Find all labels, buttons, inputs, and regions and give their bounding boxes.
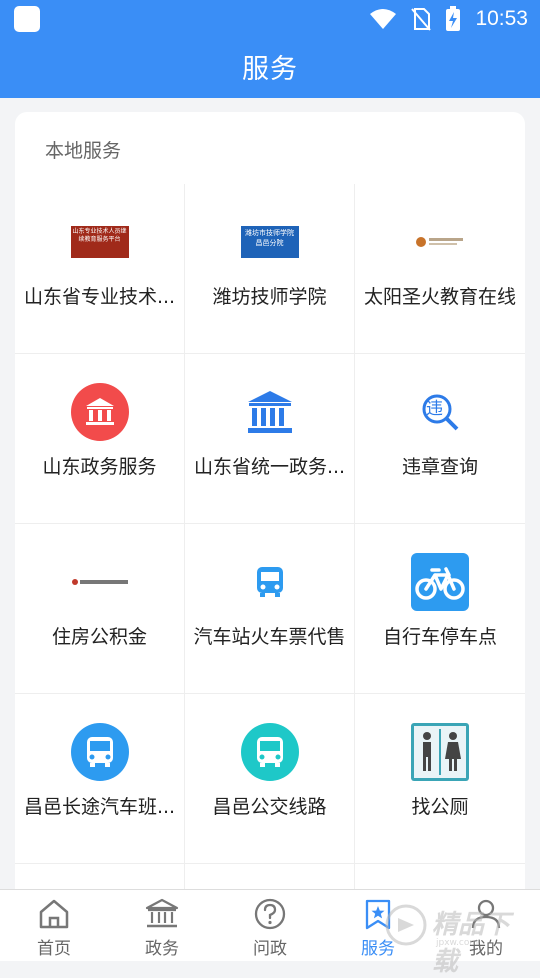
service-label: 太阳圣火教育在线 [363,286,516,308]
service-label: 山东省统一政务... [193,456,346,478]
continuing-education-logo-icon: 山东专业技术人员继续教育服务平台 [70,226,129,258]
nav-home[interactable]: 首页 [0,890,108,961]
service-label: 昌邑长途汽车班... [23,796,176,818]
logo-text: 山东专业技术人员继续教育服务平台 [70,226,129,258]
service-label: 山东政务服务 [42,456,157,478]
status-time: 10:53 [475,7,528,30]
notification-icon [14,6,40,32]
nav-government[interactable]: 政务 [108,890,216,961]
service-item[interactable]: 自行车停车点 [355,524,525,694]
government-building-blue-icon [246,390,294,434]
service-item[interactable]: 昌邑公交线路 [185,694,355,864]
service-label: 昌邑公交线路 [212,796,327,818]
watermark-sub: jpxw.com [436,938,479,948]
government-icon [145,898,179,928]
app-bar: 服务 [0,38,540,98]
bus-ticket-icon [255,566,285,598]
sun-fire-education-logo-icon [415,235,465,249]
violation-search-icon: 违 [420,392,460,432]
status-bar: 10:53 [0,0,540,38]
service-item[interactable]: 昌邑长途汽车班... [15,694,185,864]
wifi-icon [370,9,397,29]
service-label: 违章查询 [401,456,478,478]
service-label: 自行车停车点 [382,626,497,648]
service-item[interactable]: 住房公积金 [15,524,185,694]
battery-charging-icon [446,6,461,31]
violation-glyph: 违 [426,399,443,419]
nav-label: 政务 [145,939,179,959]
city-bus-icon [240,723,299,781]
service-item[interactable]: 太阳圣火教育在线 [355,184,525,354]
no-sim-icon [411,8,432,31]
service-item[interactable]: 违 违章查询 [355,354,525,524]
logo-text: 潍坊市技师学院 昌邑分院 [240,226,299,258]
home-icon [39,899,69,929]
service-label: 找公厕 [411,796,469,818]
service-label: 山东省专业技术... [23,286,176,308]
weifang-technician-college-logo-icon: 潍坊市技师学院 昌邑分院 [240,226,299,258]
nav-questions[interactable]: 问政 [216,890,324,961]
service-item[interactable]: 找公厕 [355,694,525,864]
restroom-icon [411,723,469,781]
bicycle-icon [411,553,469,611]
housing-fund-logo-icon [71,578,129,586]
nav-label: 首页 [37,939,71,959]
service-item[interactable]: 潍坊市技师学院 昌邑分院 潍坊技师学院 [185,184,355,354]
section-title: 本地服务 [45,140,122,162]
nav-label: 问政 [253,939,287,959]
service-item[interactable]: 山东政务服务 [15,354,185,524]
service-label: 潍坊技师学院 [212,286,327,308]
local-services-card: 本地服务 山东专业技术人员继续教育服务平台 山东省专业技术... 潍坊市技师学院… [15,112,525,912]
watermark-logo-icon [385,904,427,946]
service-label: 住房公积金 [51,626,147,648]
service-item[interactable]: 山东省统一政务... [185,354,355,524]
service-item[interactable]: 汽车站火车票代售 [185,524,355,694]
page-title: 服务 [242,54,298,85]
question-icon [254,898,286,930]
long-distance-bus-icon [70,723,129,781]
watermark: 精品下载 jpxw.com [384,896,534,977]
government-building-red-icon [70,383,129,441]
service-item[interactable]: 山东专业技术人员继续教育服务平台 山东省专业技术... [15,184,185,354]
service-label: 汽车站火车票代售 [193,626,346,648]
